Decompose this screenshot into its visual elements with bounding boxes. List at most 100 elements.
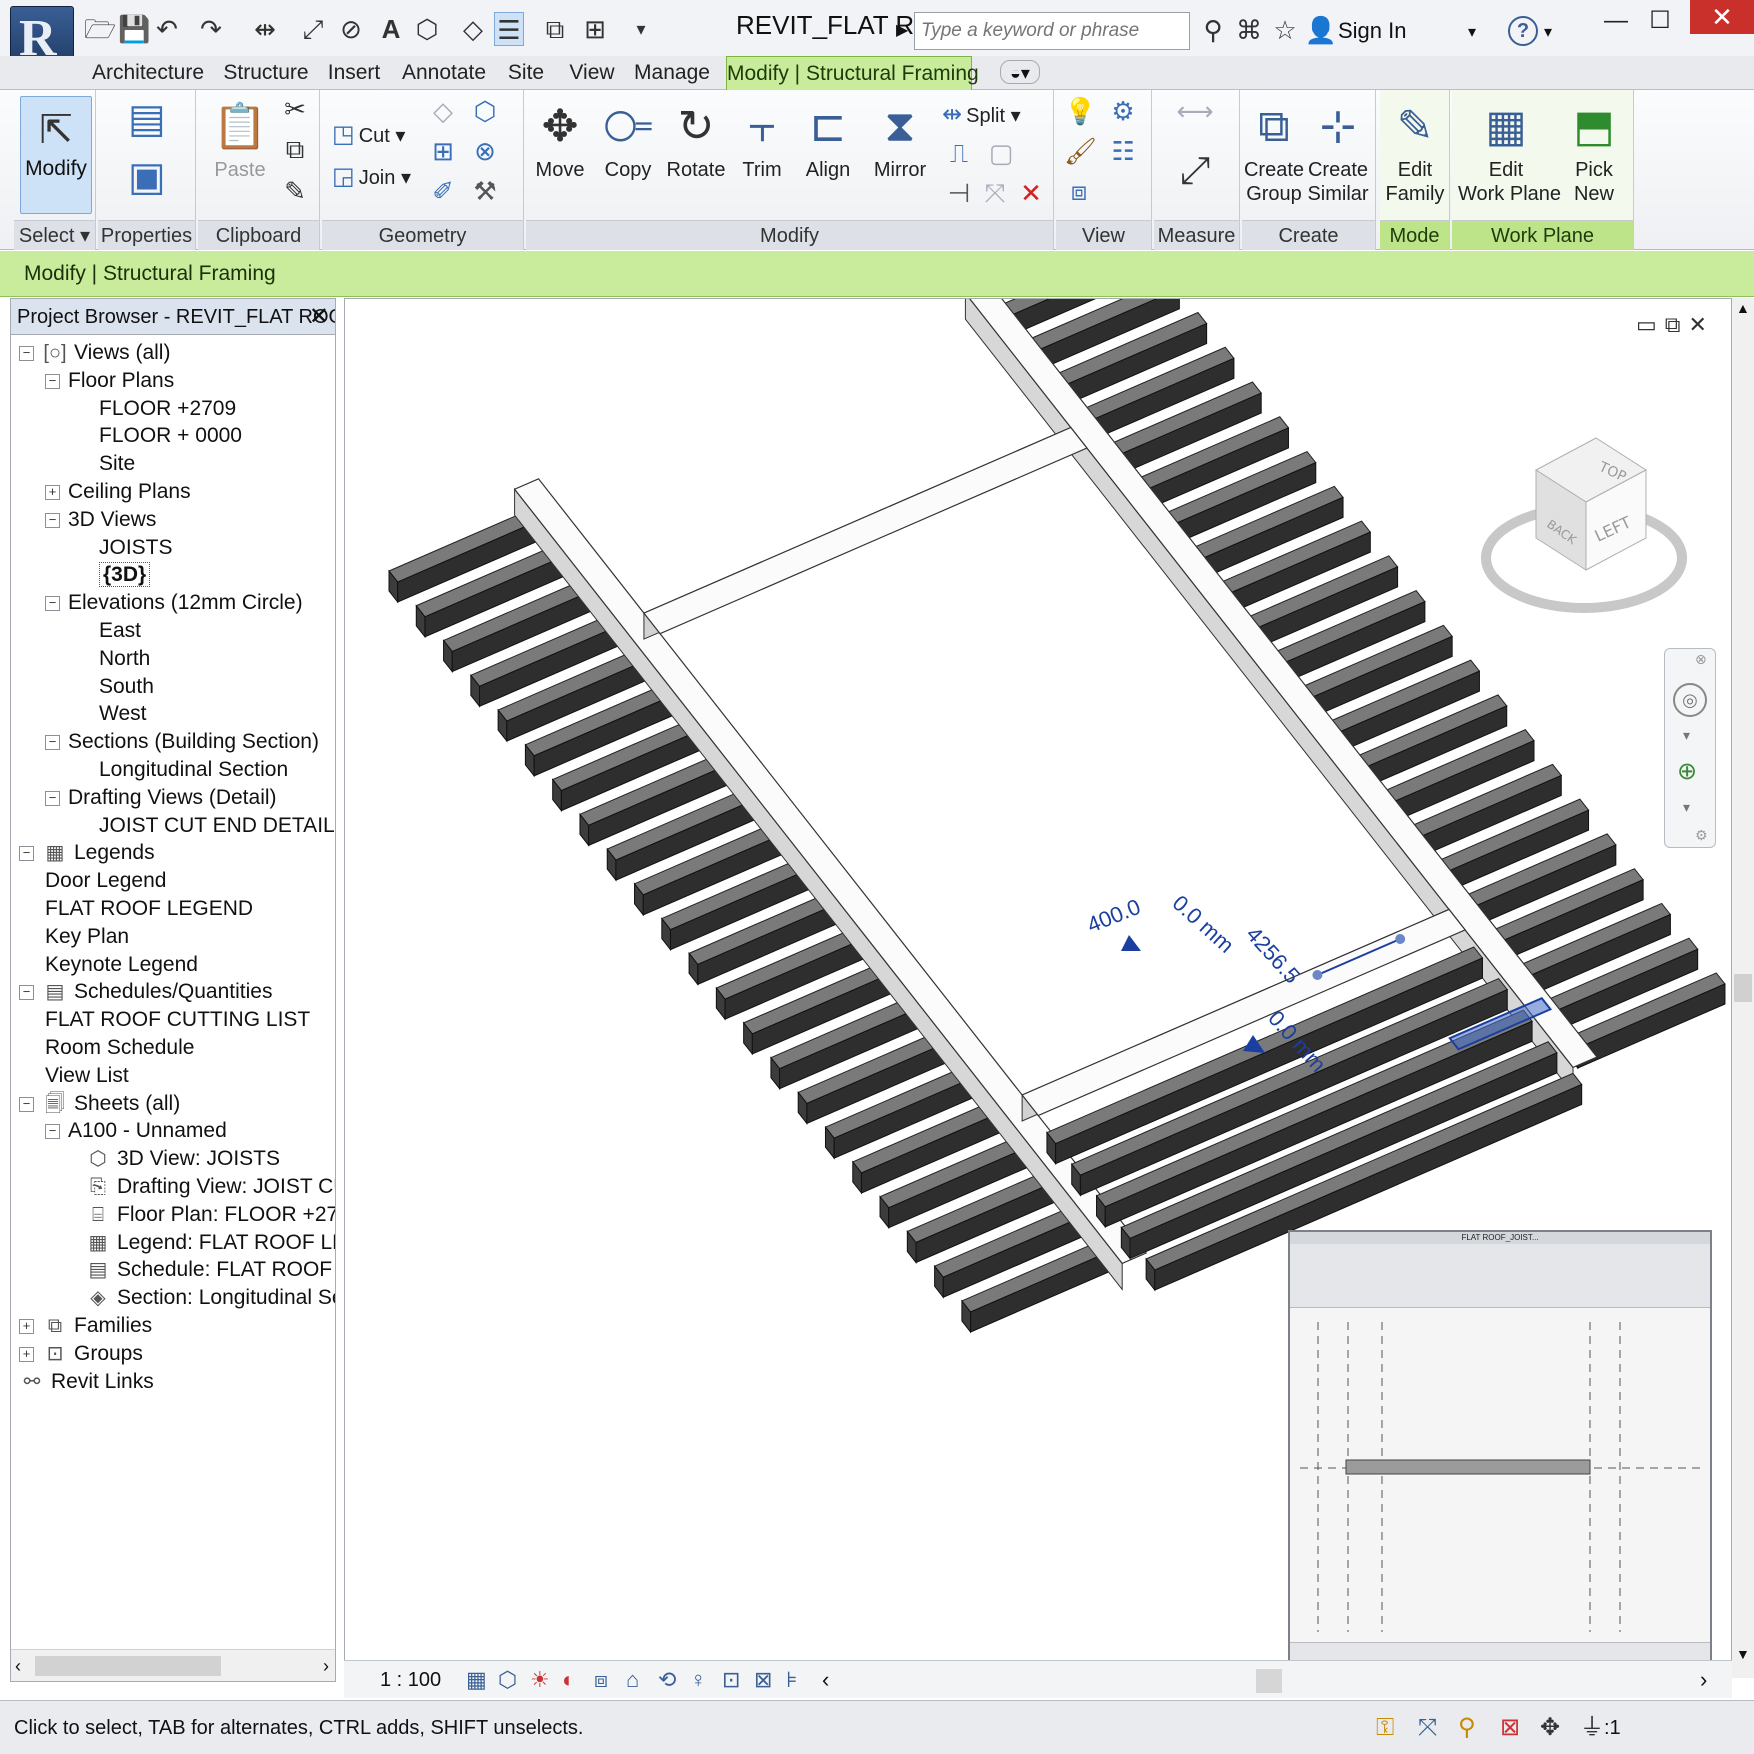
tree-node[interactable]: Keynote Legend (45, 949, 198, 980)
filter-icon[interactable]: ⏚ (1580, 1701, 1604, 1754)
tree-node[interactable]: Site (99, 448, 135, 479)
customize-icon[interactable]: ▾ (626, 12, 656, 46)
aligned-dimension-icon[interactable]: ⤢ (1170, 150, 1220, 193)
select-by-face-icon[interactable]: ⊠ (1500, 1701, 1520, 1754)
tree-node[interactable]: − [○] Views (all) (19, 337, 170, 368)
rotate-button[interactable]: ↻ Rotate (664, 96, 728, 182)
view-cube[interactable]: TOP BACK LEFT (1476, 430, 1696, 630)
dimension-icon[interactable]: ⤢ (298, 12, 328, 46)
scroll-left-icon[interactable]: ‹ (15, 1650, 21, 1682)
edit-family-button[interactable]: ✎ Edit Family (1383, 96, 1447, 206)
maximize-icon[interactable]: ☐ (1640, 4, 1680, 38)
project-browser-hscrollbar[interactable]: ‹ › (11, 1649, 335, 1681)
favorites-star-icon[interactable]: ☆ (1268, 12, 1302, 48)
visual-style-icon[interactable]: ⬡ (498, 1661, 517, 1699)
tree-node[interactable]: East (99, 615, 141, 646)
collapse-toggle-icon[interactable]: − (19, 985, 34, 1001)
tree-node[interactable]: − Elevations (12mm Circle) (45, 587, 303, 618)
join-geometry-button[interactable]: ◲ Join ▾ (332, 162, 411, 191)
view-minimize-icon[interactable]: ▭ (1636, 312, 1665, 337)
hide-element-icon[interactable]: 💡 (1064, 96, 1096, 127)
drag-elements-icon[interactable]: ✥ (1540, 1701, 1560, 1754)
show-crop-icon[interactable]: ♀ (690, 1661, 707, 1699)
redo-icon[interactable]: ↷ (196, 12, 226, 46)
switch-windows-icon[interactable]: ⊞ (580, 12, 610, 46)
trim-button[interactable]: ⫟ Trim (730, 96, 794, 182)
viewport-vscrollbar[interactable]: ▲ ▼ (1732, 298, 1754, 1678)
crop-view-icon[interactable]: ⟲ (658, 1661, 676, 1699)
view-restore-icon[interactable]: ⧉ (1665, 312, 1689, 337)
tab-site[interactable]: Site (504, 56, 548, 90)
match-properties-icon[interactable]: ✎ (280, 176, 310, 207)
scale-icon[interactable]: ▢ (986, 138, 1016, 169)
join-roof-icon[interactable]: ⊞ (428, 136, 458, 167)
tree-node[interactable]: Room Schedule (45, 1032, 194, 1063)
tree-node[interactable]: FLOOR + 0000 (99, 420, 242, 451)
close-hidden-icon[interactable]: ⧉ (540, 12, 570, 46)
detail-level-icon[interactable]: ▦ (466, 1661, 487, 1699)
collapse-toggle-icon[interactable]: − (19, 345, 34, 361)
flip-arrow-icon[interactable] (1121, 935, 1141, 951)
zoom-dropdown-icon[interactable]: ▾ (1683, 799, 1690, 816)
cut-profile-icon[interactable]: ⧈ (1064, 176, 1094, 208)
tree-node[interactable]: ⎘Drafting View: JOIST CUT (85, 1171, 335, 1202)
section-icon[interactable]: ◇ (458, 12, 488, 46)
paint-icon[interactable]: ✐ (428, 176, 458, 207)
viewbar-scroll-left-icon[interactable]: ‹ (822, 1661, 829, 1699)
tree-node[interactable]: − Sections (Building Section) (45, 726, 319, 757)
pick-new-button[interactable]: ⬒ Pick New (1562, 96, 1626, 206)
window-close-icon[interactable]: ✕ (1690, 0, 1754, 34)
collapse-toggle-icon[interactable]: − (45, 373, 60, 389)
trimmer-beam-top-top[interactable] (642, 426, 1088, 635)
tree-node[interactable]: + ⧉ Families (19, 1310, 152, 1341)
expand-toggle-icon[interactable]: + (19, 1318, 34, 1334)
ribbon-minimize-icon[interactable]: ◒▾ (1000, 60, 1040, 84)
override-graphics-icon[interactable]: ⚙ (1108, 96, 1138, 127)
panel-select-label[interactable]: Select ▾ (14, 220, 95, 250)
tree-node[interactable]: ⬡ 3D View: JOISTS (85, 1143, 280, 1174)
tree-node[interactable]: FLAT ROOF LEGEND (45, 893, 253, 924)
temporary-hide-icon[interactable]: ⊡ (722, 1661, 740, 1699)
tree-node[interactable]: Key Plan (45, 921, 129, 952)
collapse-toggle-icon[interactable]: − (45, 790, 60, 806)
tree-node[interactable]: ▤ Schedule: FLAT ROOF CI (85, 1254, 335, 1285)
tab-architecture[interactable]: Architecture (88, 56, 208, 90)
tree-node[interactable]: JOIST CUT END DETAILS (99, 810, 335, 841)
expand-arrow-icon[interactable]: ▶ (896, 20, 908, 40)
demolish-icon[interactable]: ⊗ (470, 136, 500, 167)
align-button[interactable]: ⊏ Align (796, 96, 860, 182)
project-browser-close-icon[interactable]: ✕ (309, 299, 329, 335)
dimension-grip[interactable] (1312, 970, 1323, 980)
properties-icon[interactable]: ▤ (128, 96, 166, 142)
split-face-icon[interactable]: ⬡ (470, 96, 500, 127)
cut-geometry-button[interactable]: ◳ Cut ▾ (332, 120, 405, 149)
scroll-thumb[interactable] (35, 1656, 221, 1676)
vscroll-thumb[interactable] (1734, 974, 1752, 1002)
tree-node[interactable]: ⌸ Floor Plan: FLOOR +270 (85, 1199, 335, 1230)
help-dropdown-icon[interactable]: ▾ (1544, 22, 1552, 42)
collapse-toggle-icon[interactable]: − (19, 1096, 34, 1112)
unpin-icon[interactable]: ⤧ (980, 178, 1010, 210)
tab-structure[interactable]: Structure (218, 56, 314, 90)
render-icon[interactable]: ⧈ (594, 1661, 608, 1699)
tree-node[interactable]: Door Legend (45, 865, 166, 896)
viewbar-scroll-thumb[interactable] (1256, 1669, 1282, 1693)
select-underlay-icon[interactable]: ⤧ (1418, 1701, 1437, 1754)
expand-toggle-icon[interactable]: + (19, 1346, 34, 1362)
sign-in-dropdown-icon[interactable]: ▾ (1468, 22, 1476, 42)
move-button[interactable]: ✥ Move (528, 96, 592, 182)
tree-node[interactable]: − A100 - Unnamed (45, 1115, 227, 1146)
mirror-button[interactable]: ⧗ Mirror (868, 96, 932, 182)
collapse-toggle-icon[interactable]: − (19, 846, 34, 862)
tree-node[interactable]: − ▤ Schedules/Quantities (19, 976, 272, 1007)
measure-between-icon[interactable]: ⟷ (1170, 96, 1220, 127)
save-icon[interactable]: 💾 (118, 12, 150, 46)
copy-to-clipboard-icon[interactable]: ⧉ (280, 134, 310, 166)
left-beam-side[interactable] (514, 487, 1123, 1291)
create-group-button[interactable]: ⧉ Create Group (1242, 96, 1306, 206)
tree-node[interactable]: − ▦ Legends (19, 837, 155, 868)
view-close-icon[interactable]: ✕ (1689, 312, 1715, 337)
tab-view[interactable]: View (566, 56, 618, 90)
collapse-toggle-icon[interactable]: − (45, 512, 60, 528)
3d-view-icon[interactable]: ⬡ (412, 12, 442, 46)
